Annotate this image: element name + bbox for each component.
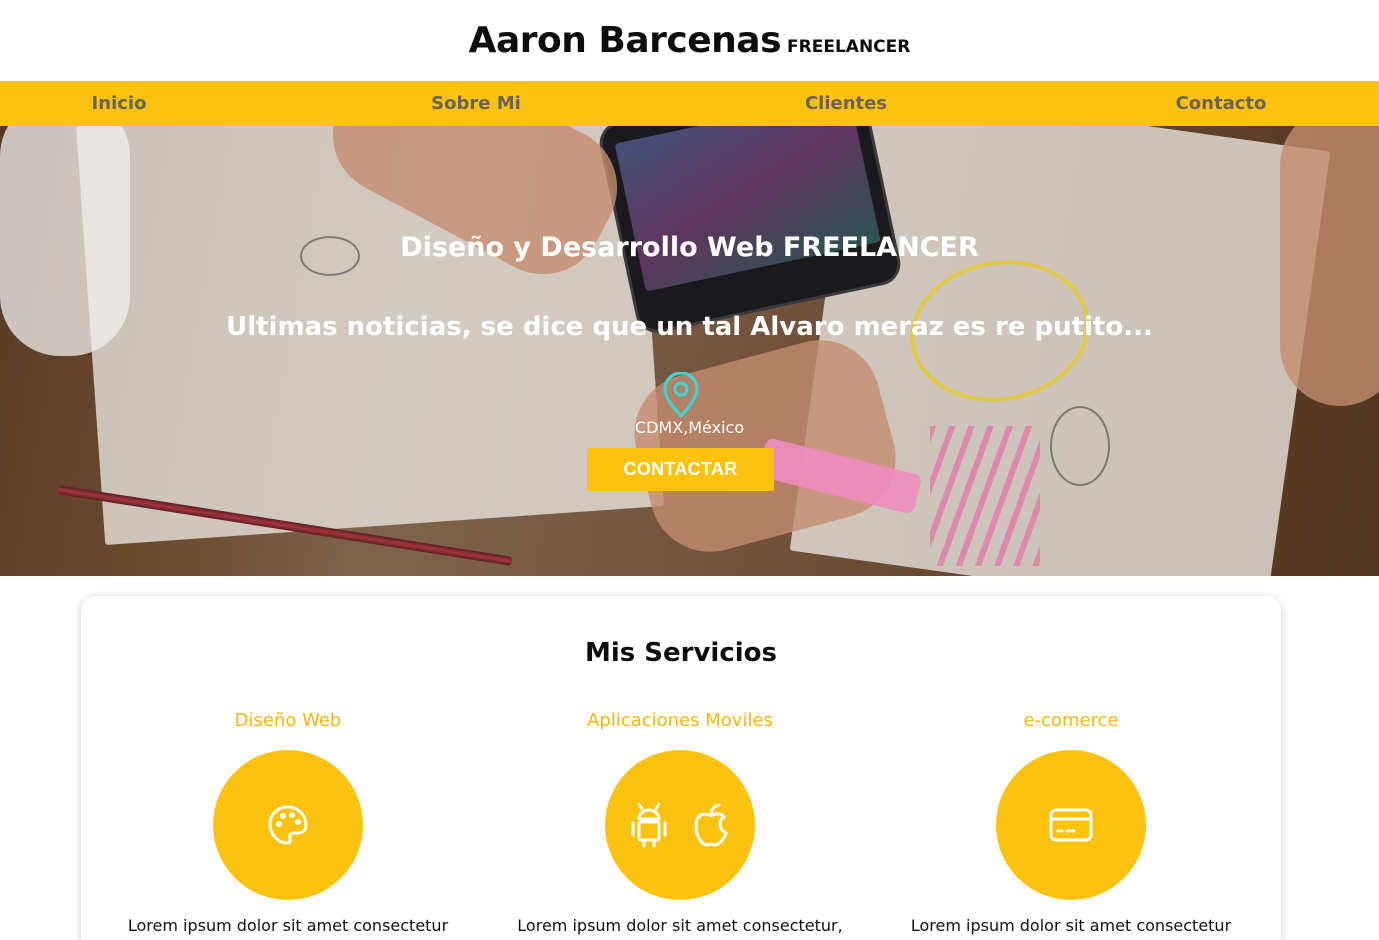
credit-card-icon [1049, 808, 1093, 842]
nav-link-clientes[interactable]: Clientes [805, 93, 887, 114]
service-name: Diseño Web [234, 710, 342, 731]
nav-link-inicio[interactable]: Inicio [92, 93, 147, 114]
hero-content: Diseño y Desarrollo Web FREELANCER Ultim… [0, 126, 1379, 576]
contact-button[interactable]: CONTACTAR [587, 448, 774, 491]
service-e-comerce: e-comerce Lorem ipsum dolor sit amet con… [881, 710, 1261, 935]
service-icon-circle [996, 750, 1146, 900]
services-card: Mis Servicios Diseño Web Lorem ipsum dol… [81, 596, 1281, 940]
hero-section: Diseño y Desarrollo Web FREELANCER Ultim… [0, 126, 1379, 576]
service-description: Lorem ipsum dolor sit amet consectetur [127, 916, 449, 935]
brand-tag: FREELANCER [787, 37, 911, 57]
service-name: e-comerce [1023, 710, 1119, 731]
main-nav: Inicio Sobre Mi Clientes Contacto [0, 81, 1379, 126]
service-aplicaciones-moviles: Aplicaciones Moviles Lorem ipsum dolor s… [490, 710, 870, 935]
service-name: Aplicaciones Moviles [587, 710, 773, 731]
brand-name: Aaron Barcenas [468, 20, 782, 61]
service-description: Lorem ipsum dolor sit amet consectetur [910, 916, 1232, 935]
service-description: Lorem ipsum dolor sit amet consectetur, [517, 916, 843, 935]
nav-link-sobre-mi[interactable]: Sobre Mi [431, 93, 521, 114]
location-text: CDMX,México [634, 418, 745, 437]
service-icon-circle [605, 750, 755, 900]
site-header: Aaron Barcenas FREELANCER [0, 0, 1379, 81]
nav-link-contacto[interactable]: Contacto [1176, 93, 1267, 114]
apple-icon [694, 803, 728, 847]
hero-title: Diseño y Desarrollo Web FREELANCER [400, 232, 979, 263]
map-pin-icon [663, 372, 699, 418]
hero-subtitle: Ultimas noticias, se dice que un tal Alv… [226, 312, 1153, 342]
android-icon [631, 802, 667, 848]
service-icon-circle [213, 750, 363, 900]
brand[interactable]: Aaron Barcenas FREELANCER [469, 20, 911, 61]
service-diseno-web: Diseño Web Lorem ipsum dolor sit amet co… [98, 710, 478, 935]
palette-icon [268, 805, 308, 845]
services-title: Mis Servicios [584, 638, 778, 668]
